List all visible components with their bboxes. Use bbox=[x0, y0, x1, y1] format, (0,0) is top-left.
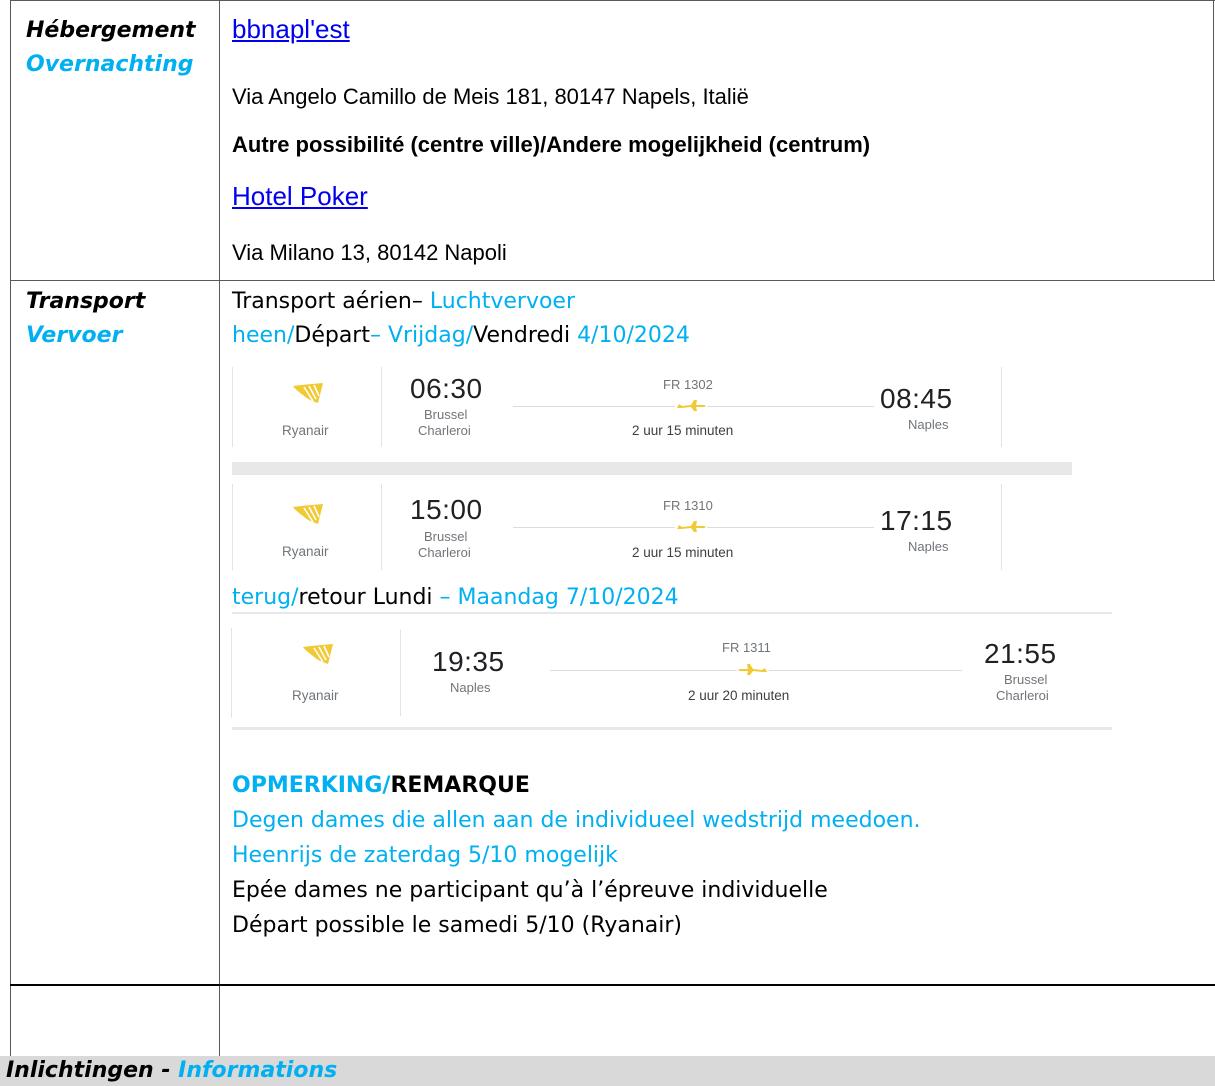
airline-name: Ryanair bbox=[292, 688, 339, 703]
arrival-time: 17:15 bbox=[880, 505, 953, 536]
remark-fr-line1: Epée dames ne participant qu’à l’épreuve… bbox=[232, 878, 828, 903]
return-date-line: terug/retour Lundi – Maandag 7/10/2024 bbox=[232, 583, 679, 613]
arrival-time: 08:45 bbox=[880, 383, 953, 414]
return-bottom-border bbox=[232, 727, 1112, 730]
arrival-time: 21:55 bbox=[984, 638, 1057, 669]
arrival-airport: Charleroi bbox=[996, 688, 1049, 703]
plane-right-icon bbox=[675, 398, 707, 414]
flight-card-outbound-1[interactable]: Ryanair 06:30 Brussel Charleroi FR 1302 … bbox=[232, 367, 1072, 460]
alternative-heading: Autre possibilité (centre ville)/Andere … bbox=[232, 132, 871, 157]
ryanair-logo-icon bbox=[293, 383, 323, 403]
outbound-nl-day: – Vrijdag/ bbox=[369, 323, 474, 348]
outbound-date-line: heen/Départ– Vrijdag/Vendredi 4/10/2024 bbox=[232, 321, 690, 351]
table-left-border bbox=[10, 0, 11, 1056]
table-top-border bbox=[10, 0, 1215, 1]
flight-duration: 2 uur 15 minuten bbox=[632, 423, 734, 438]
table-right-border bbox=[1213, 0, 1214, 280]
return-nl-terug: terug/ bbox=[232, 585, 299, 610]
remark-heading: OPMERKING/REMARQUE bbox=[232, 771, 530, 801]
departure-airport: Charleroi bbox=[418, 545, 471, 560]
row-divider-2 bbox=[10, 984, 1215, 986]
airline-name: Ryanair bbox=[282, 423, 329, 438]
air-transport-fr: Transport aérien– bbox=[232, 289, 430, 314]
section-heading-fr: Informations bbox=[178, 1058, 338, 1083]
outbound-fr-day: Vendredi bbox=[473, 323, 578, 348]
arrival-city: Brussel bbox=[1004, 672, 1048, 687]
flight-number: FR 1310 bbox=[663, 498, 713, 513]
departure-time: 19:35 bbox=[432, 646, 505, 677]
airline-name: Ryanair bbox=[282, 544, 329, 559]
flight-separator bbox=[232, 462, 1072, 475]
air-transport-nl: Luchtvervoer bbox=[429, 289, 576, 314]
remark-fr-line2: Départ possible le samedi 5/10 (Ryanair) bbox=[232, 913, 683, 938]
departure-time: 15:00 bbox=[410, 494, 483, 525]
return-fr-day: retour Lundi bbox=[298, 585, 440, 610]
departure-city: Brussel bbox=[424, 407, 468, 422]
flight-number: FR 1302 bbox=[663, 377, 713, 392]
departure-city: Brussel bbox=[424, 529, 468, 544]
flight-card-return[interactable]: Ryanair 19:35 Naples FR 1311 2 uur 20 mi… bbox=[231, 616, 1112, 726]
arrival-city: Naples bbox=[908, 417, 949, 432]
row-divider-1 bbox=[10, 280, 1215, 281]
return-nl-day: – Maandag 7/10/2024 bbox=[439, 585, 679, 610]
ryanair-logo-icon bbox=[303, 644, 333, 664]
flight-card-outbound-2[interactable]: Ryanair 15:00 Brussel Charleroi FR 1310 … bbox=[232, 478, 1072, 570]
departure-airport: Charleroi bbox=[418, 423, 471, 438]
flight-duration: 2 uur 20 minuten bbox=[688, 688, 790, 703]
hotel1-link[interactable]: bbnapl'est bbox=[232, 14, 350, 45]
outbound-fr-depart: Départ bbox=[294, 323, 370, 348]
outbound-date: 4/10/2024 bbox=[577, 323, 690, 348]
hotel2-address: Via Milano 13, 80142 Napoli bbox=[232, 240, 507, 265]
column-divider bbox=[219, 0, 220, 1056]
remark-heading-nl: OPMERKING/ bbox=[232, 773, 391, 798]
transport-label-nl: Vervoer bbox=[26, 323, 123, 348]
hotel1-address: Via Angelo Camillo de Meis 181, 80147 Na… bbox=[232, 84, 749, 109]
flight-number: FR 1311 bbox=[722, 640, 771, 655]
air-transport-line: Transport aérien– Luchtvervoer bbox=[232, 287, 575, 317]
plane-right-icon bbox=[675, 519, 707, 535]
departure-time: 06:30 bbox=[410, 373, 483, 404]
section-heading: Inlichtingen - Informations bbox=[6, 1056, 337, 1086]
return-top-border bbox=[232, 612, 1112, 614]
ryanair-logo-icon bbox=[293, 504, 323, 524]
section-heading-nl: Inlichtingen - bbox=[6, 1058, 179, 1083]
remark-nl-line1: Degen dames die allen aan de individueel… bbox=[232, 808, 921, 833]
hotel2-link[interactable]: Hotel Poker bbox=[232, 181, 368, 212]
remark-heading-fr: REMARQUE bbox=[390, 773, 530, 798]
departure-city: Naples bbox=[450, 680, 491, 695]
accommodation-label-fr: Hébergement bbox=[26, 18, 196, 43]
outbound-nl-heen: heen/ bbox=[232, 323, 295, 348]
flight-duration: 2 uur 15 minuten bbox=[632, 545, 734, 560]
arrival-city: Naples bbox=[908, 539, 949, 554]
remark-nl-line2: Heenrijs de zaterdag 5/10 mogelijk bbox=[232, 843, 618, 868]
transport-label-fr: Transport bbox=[26, 289, 146, 314]
accommodation-label-nl: Overnachting bbox=[26, 52, 194, 77]
plane-left-icon bbox=[737, 662, 769, 678]
